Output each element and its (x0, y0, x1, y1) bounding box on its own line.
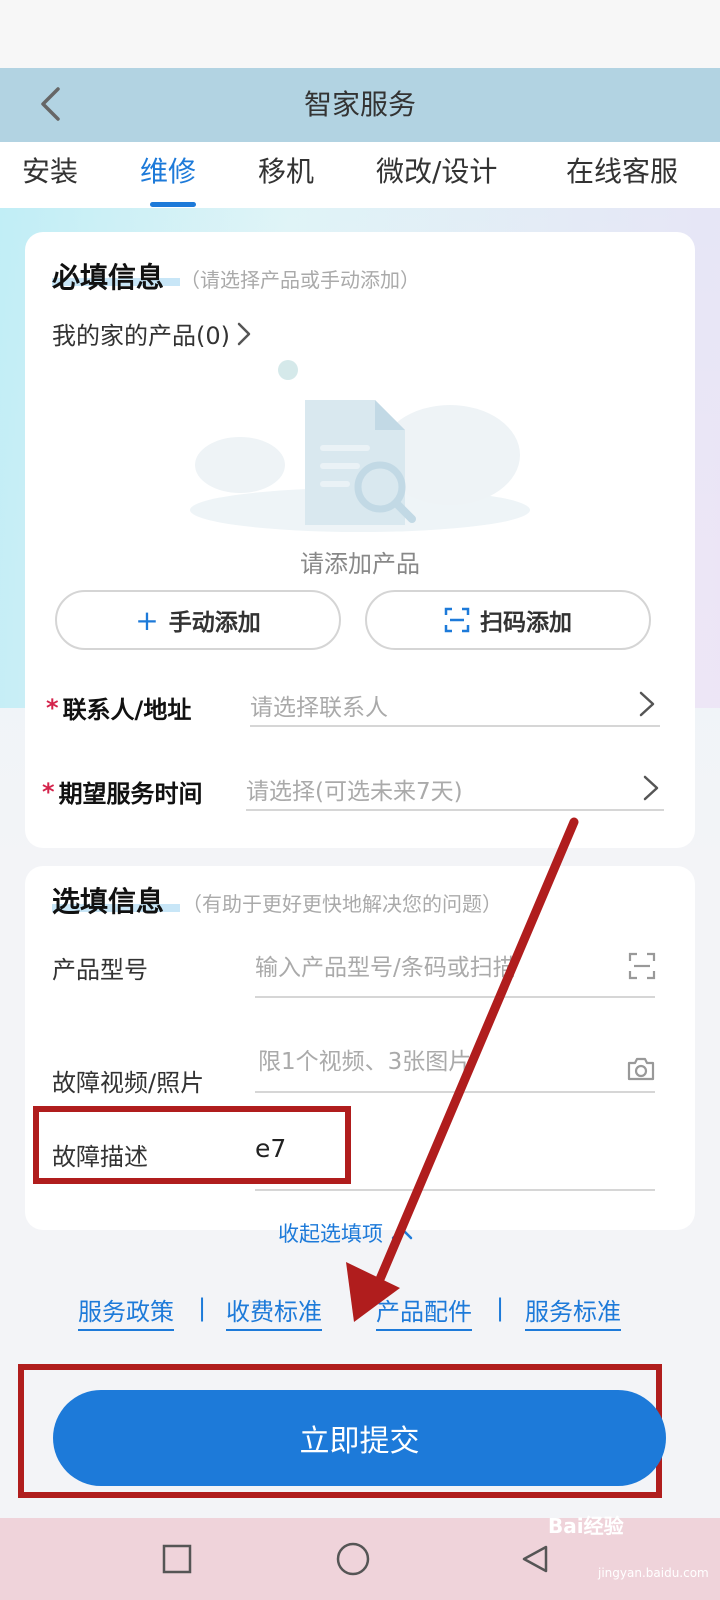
link-product-parts[interactable]: 产品配件 (376, 1292, 472, 1331)
scan-icon (444, 607, 470, 633)
page-title: 智家服务 (303, 88, 416, 121)
model-underline (255, 996, 655, 998)
back-triangle-icon[interactable] (520, 1544, 550, 1574)
media-underline (255, 1091, 655, 1093)
service-time-selector[interactable]: 请选择(可选未来7天) (246, 772, 463, 806)
fault-desc-underline (255, 1189, 655, 1191)
manual-add-label: 手动添加 (168, 610, 261, 636)
contact-selector[interactable]: 请选择联系人 (250, 688, 388, 722)
tab-repair[interactable]: 维修 (140, 150, 196, 190)
collapse-label: 收起选填项 (278, 1222, 383, 1246)
media-label: 故障视频/照片 (52, 1069, 205, 1097)
optional-section-title: 选填信息 (52, 885, 165, 918)
chevron-right-icon[interactable] (642, 774, 660, 802)
optional-section-hint: （有助于更好更快地解决您的问题） (182, 892, 502, 916)
chevron-right-icon (237, 322, 251, 345)
time-underline (246, 809, 664, 811)
chevron-right-icon[interactable] (638, 690, 656, 718)
scan-add-label: 扫码添加 (480, 610, 572, 636)
submit-button[interactable]: 立即提交 (53, 1390, 666, 1486)
required-mark: * (46, 693, 59, 722)
chevron-left-icon (41, 87, 60, 121)
annotation-highlight-box (33, 1106, 351, 1184)
collapse-optional-button[interactable]: 收起选填项 (278, 1218, 413, 1248)
baidu-watermark-domain: jingyan.baidu.com (598, 1566, 709, 1580)
time-label-group: * 期望服务时间 (42, 774, 203, 809)
back-button[interactable] (30, 82, 70, 126)
empty-document-illustration (190, 360, 530, 532)
camera-icon[interactable] (626, 1056, 656, 1082)
link-separator: | (496, 1294, 505, 1322)
required-section-title: 必填信息 (52, 261, 165, 294)
time-label: 期望服务时间 (58, 780, 203, 808)
chevron-up-icon (391, 1227, 413, 1240)
media-upload[interactable]: 限1个视频、3张图片 (258, 1042, 471, 1076)
active-tab-indicator (150, 202, 196, 207)
tab-design[interactable]: 微改/设计 (376, 150, 497, 190)
link-separator: | (198, 1294, 207, 1322)
manual-add-button[interactable]: + 手动添加 (55, 590, 341, 650)
required-mark: * (42, 777, 55, 806)
empty-products-text: 请添加产品 (300, 550, 420, 578)
tab-relocate[interactable]: 移机 (258, 150, 314, 190)
status-bar (0, 0, 720, 68)
scan-icon[interactable] (628, 952, 656, 980)
model-label: 产品型号 (52, 956, 148, 984)
contact-label: 联系人/地址 (62, 696, 192, 724)
link-fee-standard[interactable]: 收费标准 (226, 1292, 322, 1331)
model-input[interactable]: 输入产品型号/条码或扫描 (255, 948, 516, 982)
contact-underline (250, 725, 660, 727)
link-service-policy[interactable]: 服务政策 (78, 1292, 174, 1331)
home-circle-icon[interactable] (336, 1542, 370, 1576)
baidu-watermark-logo: Bai经验 (548, 1514, 624, 1538)
tab-online-service[interactable]: 在线客服 (566, 150, 678, 190)
scan-add-button[interactable]: 扫码添加 (365, 590, 651, 650)
required-section-hint: （请选择产品或手动添加） (180, 268, 420, 292)
contact-label-group: * 联系人/地址 (46, 690, 191, 725)
tab-install[interactable]: 安装 (22, 150, 78, 190)
recent-apps-icon[interactable] (162, 1544, 192, 1574)
link-service-standard[interactable]: 服务标准 (525, 1292, 621, 1331)
plus-icon: + (135, 603, 159, 637)
